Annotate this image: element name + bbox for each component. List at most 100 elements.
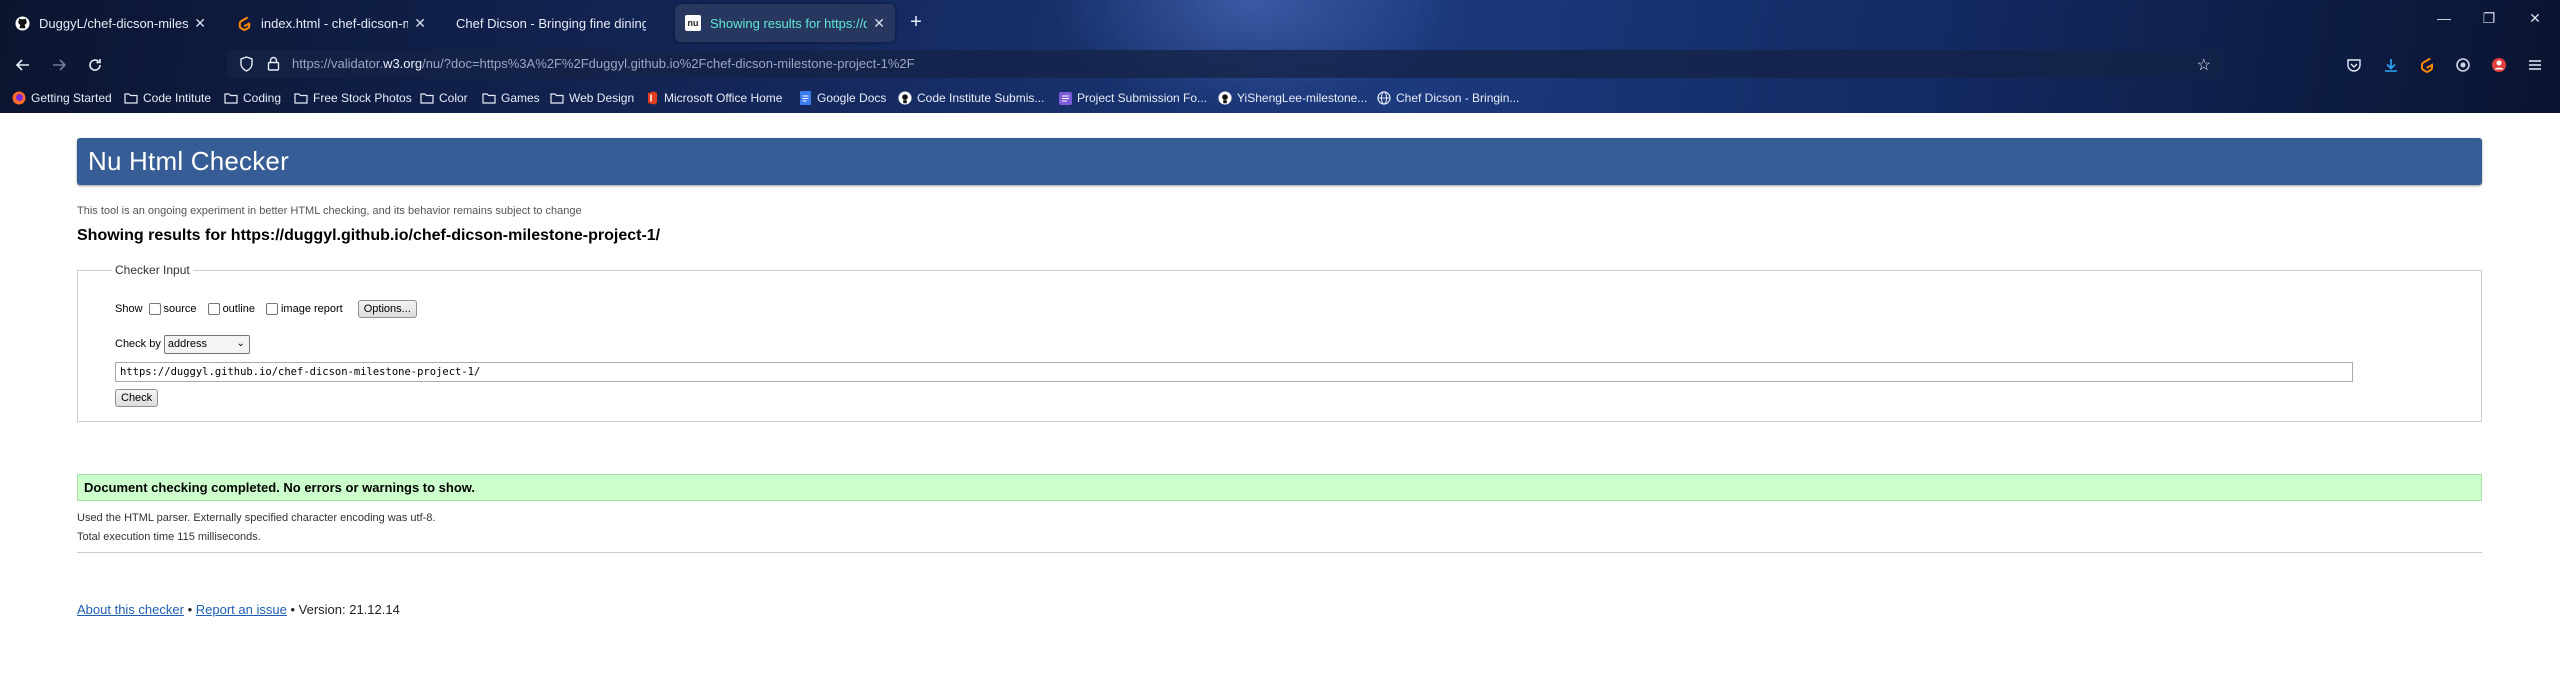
back-button[interactable] [12,54,34,76]
folder-icon [294,91,308,105]
url-text[interactable]: https://validator.w3.org/nu/?doc=https%3… [292,56,915,71]
close-icon[interactable]: ✕ [414,15,426,32]
bookmark-label: Google Docs [817,91,887,105]
tab-github-repo[interactable]: DuggyL/chef-dicson-milestone ✕ [4,4,216,42]
report-issue-link[interactable]: Report an issue [196,602,287,617]
menu-icon[interactable] [2524,54,2546,76]
form-icon [1058,91,1072,105]
source-checkbox[interactable] [148,303,161,315]
folder-icon [550,91,564,105]
show-options-row: Show source outline image report Options… [115,298,417,320]
tab-gitpod-editor[interactable]: index.html - chef-dicson-milestone ✕ [226,4,436,42]
parser-info: Used the HTML parser. Externally specifi… [77,512,436,524]
lock-icon[interactable] [267,56,280,76]
folder-icon [420,91,434,105]
close-icon[interactable]: ✕ [873,15,885,32]
checker-input-fieldset: Checker Input Show source outline image … [77,263,2482,422]
check-button[interactable]: Check [115,389,159,407]
show-label: Show [115,303,143,315]
account-icon[interactable] [2488,54,2510,76]
bookmark-label: Web Design [569,91,635,105]
bookmark-label: Games [501,91,540,105]
divider [77,552,2482,553]
bookmark-folder-color[interactable]: Color [420,88,468,108]
close-icon[interactable]: ✕ [194,15,206,32]
bookmark-label: Code Institute Submis... [917,91,1045,105]
bookmark-google-docs[interactable]: Google Docs [798,88,886,108]
page-banner: Nu Html Checker [77,138,2482,185]
shield-icon[interactable] [239,56,254,77]
restore-icon[interactable]: ❐ [2479,10,2499,27]
chevron-down-icon: ⌄ [236,337,245,349]
forward-button[interactable] [48,54,70,76]
validator-page: Nu Html Checker This tool is an ongoing … [0,113,2560,676]
download-icon[interactable] [2380,54,2402,76]
source-label: source [163,303,197,315]
tab-bar: DuggyL/chef-dicson-milestone ✕ index.htm… [0,0,2560,46]
bookmark-getting-started[interactable]: Getting Started [12,88,112,108]
tab-chef-dicson-site[interactable]: Chef Dicson - Bringing fine dining e [446,4,656,42]
page-footer: About this checker • Report an issue • V… [77,602,400,617]
bookmark-label: YiShengLee-milestone... [1237,91,1368,105]
minimize-icon[interactable]: ― [2434,10,2454,26]
globe-icon [1377,91,1391,105]
new-tab-button[interactable]: + [905,12,927,34]
outline-checkbox[interactable] [207,303,220,315]
tab-label: Chef Dicson - Bringing fine dining e [456,15,646,31]
bookmark-folder-web-design[interactable]: Web Design [550,88,634,108]
tab-label: DuggyL/chef-dicson-milestone [39,15,189,31]
bookmark-label: Project Submission Fo... [1077,91,1208,105]
tab-label: index.html - chef-dicson-milestone [261,15,409,31]
bookmark-folder-code-intitute[interactable]: Code Intitute [124,88,211,108]
check-by-label: Check by [115,338,161,350]
bookmark-office-home[interactable]: Microsoft Office Home [645,88,782,108]
star-icon[interactable]: ☆ [2197,55,2211,75]
options-button[interactable]: Options... [357,300,417,318]
separator: • [290,602,296,617]
document-url-input[interactable]: https://duggyl.github.io/chef-dicson-mil… [115,362,2353,382]
bookmark-yishenglee-milestone[interactable]: YiShengLee-milestone... [1218,88,1367,108]
version-text: Version: 21.12.14 [298,602,400,617]
bookmark-project-submission-form[interactable]: Project Submission Fo... [1058,88,1207,108]
image-report-label: image report [280,303,343,315]
check-by-select[interactable]: address ⌄ [163,334,250,354]
separator: • [187,602,193,617]
outline-label: outline [222,303,255,315]
about-checker-link[interactable]: About this checker [77,602,184,617]
tab-label: Showing results for https://dug [710,15,868,31]
gitpod-extension-icon[interactable] [2416,54,2438,76]
fieldset-legend: Checker Input [112,263,193,277]
office-icon [645,91,659,105]
check-by-row: Check by address ⌄ [115,333,250,355]
window-close-icon[interactable]: ✕ [2525,10,2545,27]
bookmark-folder-games[interactable]: Games [482,88,540,108]
arrow-left-icon [15,59,29,71]
pocket-icon[interactable] [2343,54,2365,76]
success-message: Document checking completed. No errors o… [77,474,2482,501]
browser-chrome: DuggyL/chef-dicson-milestone ✕ index.htm… [0,0,2560,113]
results-heading: Showing results for https://duggyl.githu… [77,227,661,244]
firefox-icon [12,91,26,105]
bookmark-folder-coding[interactable]: Coding [224,88,281,108]
execution-time: Total execution time 115 milliseconds. [77,531,261,543]
reload-icon [89,59,101,71]
bookmark-label: Color [439,91,468,105]
extension-icon[interactable] [2452,54,2474,76]
github-icon [898,91,912,105]
reload-button[interactable] [84,54,106,76]
docs-icon [798,91,812,105]
bookmark-chef-dicson[interactable]: Chef Dicson - Bringin... [1377,88,1519,108]
address-bar[interactable]: https://validator.w3.org/nu/?doc=https%3… [227,50,2221,78]
success-text: Document checking completed. No errors o… [84,480,476,495]
bookmark-label: Code Intitute [143,91,212,105]
tab-validator-results[interactable]: nu Showing results for https://dug ✕ [675,4,895,42]
bookmark-label: Microsoft Office Home [664,91,783,105]
bookmark-code-institute-submissions[interactable]: Code Institute Submis... [898,88,1044,108]
bookmark-folder-free-stock-photos[interactable]: Free Stock Photos [294,88,412,108]
image-report-checkbox[interactable] [265,303,278,315]
nu-icon: nu [685,15,701,31]
bookmark-label: Chef Dicson - Bringin... [1396,91,1520,105]
bookmarks-bar: Getting Started Code Intitute Coding Fre… [0,86,2560,110]
folder-icon [482,91,496,105]
bookmark-label: Getting Started [31,91,112,105]
